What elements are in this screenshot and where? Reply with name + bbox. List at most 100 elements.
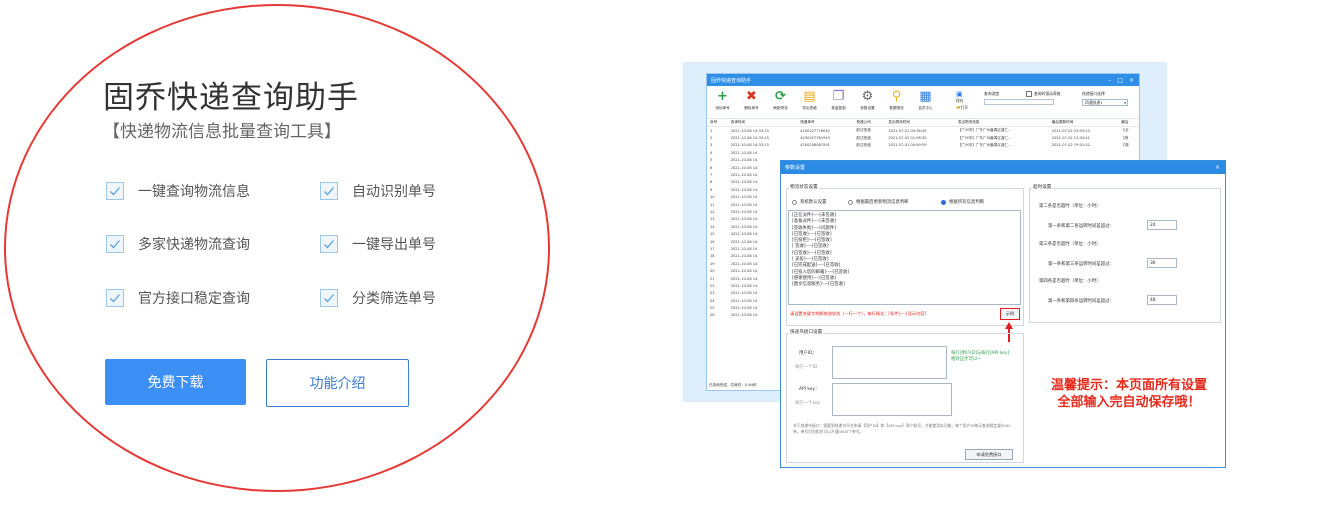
minimize-icon[interactable]: – [1108,77,1111,84]
chevron-down-icon: ▾ [1124,100,1126,105]
user-id-textarea[interactable] [832,346,947,379]
example-button[interactable]: 示例 [1000,308,1020,320]
table-row[interactable]: 1 2021-10-08 14:33:15 4200207776042 韵达快递 202… [707,127,1139,135]
check-icon [320,235,338,253]
delete-icon: ✖ [746,89,757,104]
api-key-label: API key： [799,387,820,392]
api-select[interactable]: 四通快递1 ▾ [1082,99,1128,106]
feature-item: 多家快递物流查询 [106,234,250,254]
auto-scroll-checkbox[interactable]: 查询时滚动表格 [1026,91,1061,97]
feature-label: 分类筛选单号 [352,291,436,307]
timeout-input[interactable]: 36 [1147,258,1177,268]
maximize-icon[interactable]: □ [1117,77,1123,84]
table-header[interactable]: 快递单号 [797,119,854,127]
table-cell: 20 [710,269,715,274]
toolbar-button-4[interactable]: ❐ 批量复制 [826,90,851,111]
rules-textarea[interactable]: [正在派件]----[未签收] [准备派件]----[未签收] [签收失败]----… [788,210,1021,305]
toolbar-button-1[interactable]: ✖ 删除单号 [739,90,764,111]
toolbar-button-label: 参数设置 [860,106,875,110]
status-text: 已查询完成，共耗时：0.84秒 [709,383,757,387]
toolbar-button-6[interactable]: ⚲ 数据筛选 [884,90,909,111]
table-row[interactable]: 2 2021-10-08 14:33:15 4200207761943 韵达快递 202… [707,134,1139,141]
table-header[interactable]: 最后 [1118,119,1139,127]
toolbar-button-label: 数据筛选 [889,106,904,110]
settings-window-titlebar: 参数设置 × [781,161,1225,174]
check-icon [320,182,338,200]
radio-selected-icon [941,199,946,205]
radio-all-info[interactable]: 根据所有信息判断 [941,199,984,205]
toolbar-button-5[interactable]: ⚙ 参数设置 [855,90,880,111]
plus-icon: + [717,89,728,104]
filter-icon: ⚲ [891,89,902,104]
feature-intro-button[interactable]: 功能介绍 [266,359,409,407]
timeout-input[interactable]: 48 [1147,295,1177,305]
settings-window: 参数设置 × 物流状态设置 系统默认设置 根据最后更新物流信息判断 根据所有信息… [780,160,1226,468]
table-cell: 2021-10-08 14:33:15 [730,128,769,133]
toolbar-button-label: 刷新物流 [773,106,788,110]
rule-line: [图文信息服务]----[已签收] [792,282,845,288]
table-cell: 19 [710,261,715,266]
open-button[interactable]: ▰打开 [956,104,968,111]
table-cell: 2021-10-08 14:33:15 [730,136,769,141]
table-cell [853,149,885,156]
toolbar-button-7[interactable]: ▦ 会员中心 [913,90,938,111]
timeout-input[interactable]: 24 [1147,220,1177,230]
table-cell: 韵达快递 [856,135,871,140]
member-icon: ▦ [919,89,932,104]
table-cell: 12 [710,209,715,214]
table-cell: 4200208067591 [800,143,830,148]
toolbar-button-label: 添加单号 [715,106,730,110]
table-cell: 11 [710,202,715,207]
apply-free-api-button[interactable]: 申请免费接口 [965,449,1013,460]
table-row[interactable]: 3 2021-10-08 14:33:15 4200208067591 韵达快递 202… [707,142,1139,149]
progress-bar [984,99,1054,105]
table-cell: 24 [710,298,715,303]
table-cell: 15 [710,232,715,237]
user-id-placeholder: 每行一个ID [795,365,818,370]
rule-hint: 请设置关键字判断物流状态（一行一个），每行格式：[条件]----[显示内容] [790,311,927,316]
table-cell: 22 [710,283,715,288]
free-download-button[interactable]: 免费下载 [105,359,246,405]
toolbar-button-label: 会员中心 [918,106,933,110]
table-cell [955,149,1049,156]
radio-default[interactable]: 系统默认设置 [792,199,826,205]
table-header[interactable]: 最后更新时间 [1048,119,1119,127]
radio-last-update[interactable]: 根据最后更新物流信息判断 [848,199,909,205]
toolbar-button-label: 导出表格 [802,106,817,110]
table-cell: 13 [710,217,715,222]
table-cell: 4 [710,150,713,155]
table-cell: 韵达快递 [856,128,871,133]
copy-icon: ❐ [832,89,845,104]
table-cell: 23 [710,291,715,296]
table-header[interactable]: 发出物流信息 [954,119,1049,127]
table-header[interactable]: 快递公司 [853,119,886,127]
table-cell: 26 [710,313,715,318]
check-icon [106,289,124,307]
toolbar-button-2[interactable]: ⟳ 刷新物流 [768,90,793,111]
toolbar-button-3[interactable]: ▤ 导出表格 [797,90,822,111]
feature-label: 一键导出单号 [352,237,436,253]
table-header[interactable]: 发出物流时间 [885,119,955,127]
feature-item: 分类筛选单号 [320,288,436,308]
table-cell: 1 [710,128,713,133]
table-cell: 2 [710,136,713,141]
table-cell: 【广州市】广东广州番禺区曾仁... [957,128,1012,133]
close-icon[interactable]: × [1215,164,1220,171]
feature-item: 官方接口稳定查询 [106,288,250,308]
close-icon[interactable]: × [1129,77,1134,84]
table-header[interactable]: 查询时间 [727,119,798,127]
table-cell: 6 [710,165,713,170]
table-cell: 韵达快递 [856,142,871,147]
table-header[interactable]: 序号 [707,119,728,127]
table-cell: 4200207761943 [800,136,830,141]
api-key-textarea[interactable] [832,383,952,416]
feature-item: 一键导出单号 [320,234,436,254]
save-button[interactable]: ▣ 保存 [956,90,964,104]
table-row[interactable]: 4 2021-10-08 14 [707,149,1139,156]
api-key-placeholder: 每行一个key [795,401,821,406]
toolbar-button-0[interactable]: + 添加单号 [710,90,735,111]
table-cell: 2021-10-08 14:33:15 [730,143,769,148]
check-icon [106,235,124,253]
main-window-title: 固乔快递查询助手 [711,77,752,84]
feature-item: 一键查询物流信息 [106,181,250,201]
